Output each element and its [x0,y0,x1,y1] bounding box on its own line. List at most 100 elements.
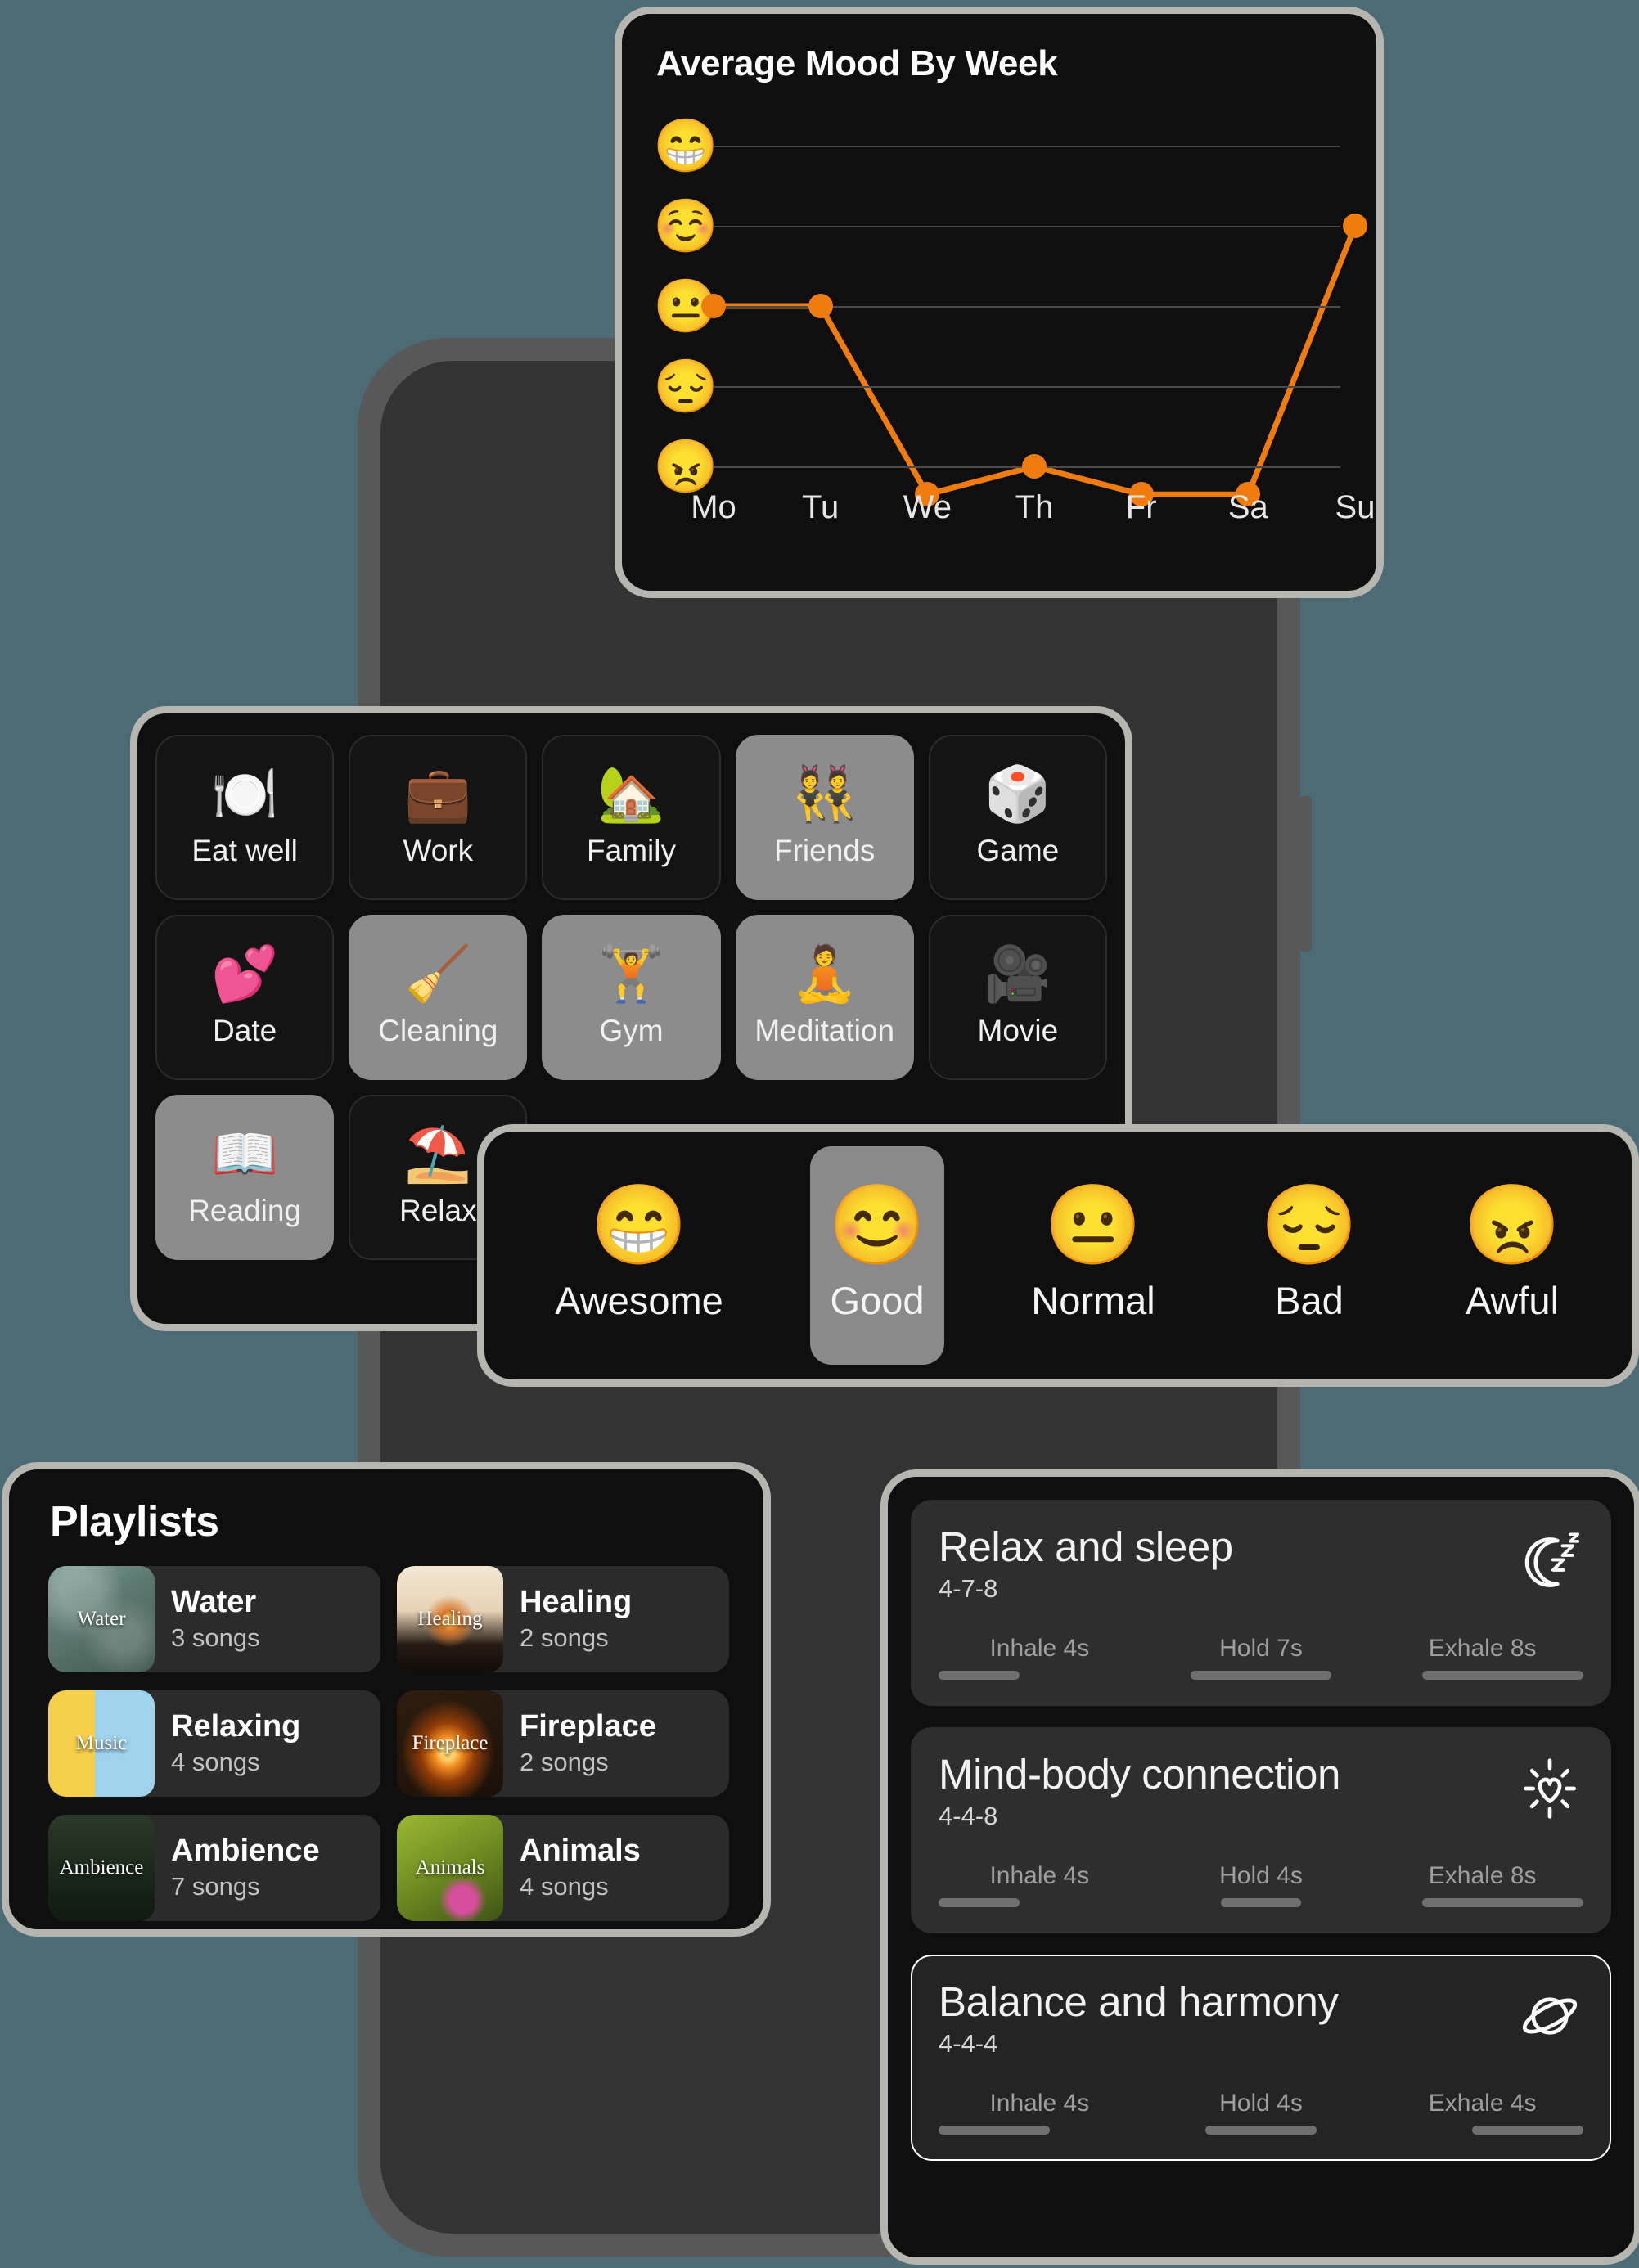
chart-data-point[interactable] [1343,214,1367,238]
screen-root: Average Mood By Week 😁 ☺️ 😐 😔 😠 Mo Tu We Th Fr Sa S… [0,0,1639,2268]
two-hearts-icon: 💕 [211,943,279,1004]
activity-cell-date[interactable]: 💕 Date [155,915,335,1080]
x-axis-day-label: Fr [1125,489,1157,525]
playlist-cover-art: Fireplace [397,1690,503,1797]
breathing-phase-row: Inhale 4s Hold 4s Exhale 8s [939,1862,1584,1907]
chart-gridline [714,226,1340,227]
chart-title: Average Mood By Week [656,43,1058,83]
breathing-exercise-list: Relax and sleep 4-7-8 Inhale 4s Hold 7s Exha… [888,1477,1634,2161]
activity-label: Gym [599,1014,664,1047]
activity-cell-reading[interactable]: 📖 Reading [155,1095,335,1260]
movie-camera-icon: 🎥 [984,943,1051,1004]
playlist-card-water[interactable]: Water Water 3 songs [48,1566,380,1672]
breathing-phase: Exhale 4s [1381,2090,1584,2135]
y-axis-mood-icon: 😔 [653,357,718,416]
plate-cutlery-icon: 🍽️ [211,763,279,824]
playlist-meta: Water 3 songs [155,1584,260,1654]
activity-cell-eat-well[interactable]: 🍽️ Eat well [155,735,335,900]
breathing-phase-label: Hold 4s [1219,2090,1303,2117]
playlist-meta: Fireplace 2 songs [503,1709,656,1778]
activity-cell-cleaning[interactable]: 🧹 Cleaning [349,915,528,1080]
mood-option-awesome[interactable]: 😁 Awesome [537,1146,741,1365]
activity-label: Work [403,834,474,867]
playlist-song-count: 7 songs [171,1872,260,1901]
broom-icon: 🧹 [404,943,472,1004]
mood-option-normal[interactable]: 😐 Normal [1013,1146,1173,1365]
playlist-cover-caption: Healing [417,1608,483,1630]
mood-option-awful[interactable]: 😠 Awful [1445,1146,1579,1365]
mood-option-good[interactable]: 😊 Good [810,1146,944,1365]
breathing-exercise-mind-body-connection[interactable]: Mind-body connection 4-4-8 Inhale 4s Hold 4… [911,1727,1611,1933]
chart-data-point[interactable] [701,294,726,318]
sun-heart-icon [1518,1757,1582,1820]
breathing-phase-label: Hold 4s [1219,1862,1303,1889]
dice-icon: 🎲 [984,763,1051,824]
mood-option-label: Bad [1275,1279,1344,1323]
playlist-name: Water [171,1584,257,1619]
mood-chart-svg [710,223,1358,497]
breathing-phase-bar [939,2126,1050,2135]
playlist-card-healing[interactable]: Healing Healing 2 songs [397,1566,729,1672]
playlist-card-relaxing[interactable]: Music Relaxing 4 songs [48,1690,380,1797]
grinning-face-icon: 😁 [590,1181,688,1269]
breathing-exercise-relax-and-sleep[interactable]: Relax and sleep 4-7-8 Inhale 4s Hold 7s Exha… [911,1500,1611,1706]
playlist-song-count: 2 songs [520,1623,609,1653]
activity-label: Game [976,834,1060,867]
chart-gridline [714,146,1340,147]
playlist-cover-caption: Fireplace [412,1732,489,1754]
activity-cell-friends[interactable]: 👯 Friends [735,735,914,900]
average-mood-chart-card: Average Mood By Week 😁 ☺️ 😐 😔 😠 Mo Tu We Th Fr Sa S… [615,7,1384,598]
activity-cell-family[interactable]: 🏡 Family [542,735,721,900]
breathing-phase-bar [1421,1898,1584,1907]
activity-label: Movie [977,1014,1059,1047]
activity-label: Meditation [754,1014,895,1047]
playlist-song-count: 3 songs [171,1623,260,1653]
breathing-phase-row: Inhale 4s Hold 7s Exhale 8s [939,1635,1584,1680]
playlist-song-count: 4 songs [520,1872,609,1901]
x-axis-day-label: Tu [802,489,840,525]
neutral-face-icon: 😐 [1044,1181,1142,1269]
chart-data-point[interactable] [808,294,833,318]
playlist-name: Healing [520,1584,633,1619]
moon-zzz-icon [1518,1529,1582,1593]
mood-option-label: Awesome [555,1279,723,1323]
activity-cell-gym[interactable]: 🏋️ Gym [542,915,721,1080]
playlist-card-ambience[interactable]: Ambience Ambience 7 songs [48,1815,380,1921]
activity-cell-meditation[interactable]: 🧘 Meditation [735,915,914,1080]
breathing-exercise-balance-and-harmony[interactable]: Balance and harmony 4-4-4 Inhale 4s Hold 4s… [911,1955,1611,2161]
chart-gridline [714,306,1340,308]
open-book-icon: 📖 [211,1123,279,1184]
breathing-pattern: 4-4-8 [939,1802,998,1830]
breathing-phase: Exhale 8s [1381,1862,1584,1907]
chart-data-point[interactable] [1022,454,1047,479]
x-axis-day-label: Su [1335,489,1376,525]
activity-cell-movie[interactable]: 🎥 Movie [928,915,1107,1080]
playlist-card-fireplace[interactable]: Fireplace Fireplace 2 songs [397,1690,729,1797]
pensive-face-icon: 😔 [1260,1181,1358,1269]
playlist-card-animals[interactable]: Animals Animals 4 songs [397,1815,729,1921]
breathing-phase: Inhale 4s [939,1635,1141,1680]
breathing-phase-bar [1472,2126,1584,2135]
playlist-name: Animals [520,1833,641,1868]
angry-face-icon: 😠 [1463,1181,1561,1269]
activity-cell-work[interactable]: 💼 Work [349,735,528,900]
meditation-icon: 🧘 [790,943,858,1004]
breathing-phase: Hold 4s [1160,2090,1362,2135]
breathing-phase-label: Inhale 4s [989,2090,1090,2117]
playlists-title: Playlists [50,1498,219,1546]
planet-icon [1518,1984,1582,2048]
activity-cell-game[interactable]: 🎲 Game [928,735,1107,900]
breathing-phase-label: Hold 7s [1219,1635,1303,1662]
breathing-phase: Inhale 4s [939,2090,1141,2135]
mood-option-bad[interactable]: 😔 Bad [1242,1146,1376,1365]
x-axis-day-label: Mo [691,489,736,525]
breathing-phase-bar [939,1671,1020,1680]
chart-gridline [714,386,1340,388]
activity-label: Date [213,1014,277,1047]
phone-power-button[interactable] [1298,796,1312,952]
breathing-phase: Hold 7s [1160,1635,1362,1680]
activity-label: Friends [774,834,876,867]
mood-option-row: 😁 Awesome 😊 Good 😐 Normal 😔 Bad 😠 Awful [484,1132,1632,1379]
x-axis-day-label: Sa [1227,489,1268,525]
breathing-exercise-name: Balance and harmony [939,1978,1339,2025]
